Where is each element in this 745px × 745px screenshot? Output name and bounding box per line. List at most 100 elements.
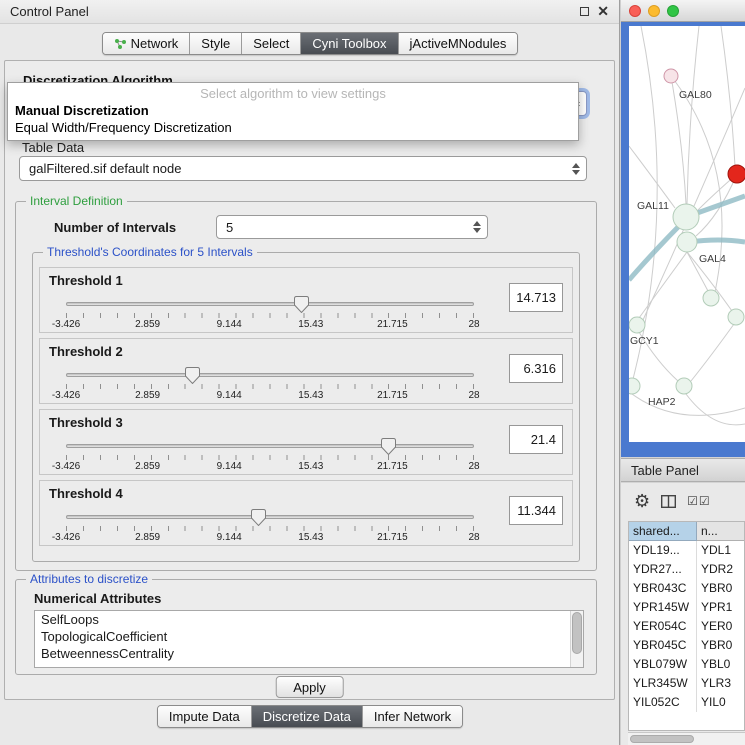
- slider-track[interactable]: [66, 373, 474, 377]
- scale-label: 15.43: [298, 532, 323, 543]
- table-cell[interactable]: YLR345W: [629, 674, 697, 693]
- control-panel-titlebar: Control Panel ✕: [0, 0, 619, 24]
- table-row[interactable]: YPR145WYPR1: [629, 598, 744, 617]
- table-row[interactable]: YBR045CYBR0: [629, 636, 744, 655]
- columns-icon[interactable]: [661, 495, 676, 508]
- horizontal-scrollbar[interactable]: [628, 732, 745, 745]
- slider-track[interactable]: [66, 515, 474, 519]
- traffic-light-close-icon[interactable]: [629, 5, 641, 17]
- slider-thumb[interactable]: [251, 509, 266, 526]
- slider-track[interactable]: [66, 302, 474, 306]
- table-cell[interactable]: YBR043C: [629, 579, 697, 598]
- threshold-slider[interactable]: -3.4262.8599.14415.4321.71528: [66, 436, 474, 474]
- table-data-combobox[interactable]: galFiltered.sif default node: [19, 156, 587, 181]
- numerical-attributes-label: Numerical Attributes: [34, 591, 161, 606]
- numerical-attributes-list[interactable]: SelfLoopsTopologicalCoefficientBetweenne…: [34, 610, 584, 668]
- table-cell[interactable]: YPR1: [697, 598, 744, 617]
- table-row[interactable]: YIL052CYIL0: [629, 693, 744, 712]
- tab-jactivemnodules[interactable]: jActiveMNodules: [398, 33, 518, 54]
- table-cell[interactable]: YLR3: [697, 674, 744, 693]
- tab-discretize-data[interactable]: Discretize Data: [251, 706, 362, 727]
- number-of-intervals-combobox[interactable]: 5: [216, 215, 488, 239]
- table-cell[interactable]: YDR2: [697, 560, 744, 579]
- table-cell[interactable]: YPR145W: [629, 598, 697, 617]
- threshold-slider[interactable]: -3.4262.8599.14415.4321.71528: [66, 294, 474, 332]
- node-table: shared... n... YDL19...YDL1YDR27...YDR2Y…: [628, 521, 745, 731]
- network-node[interactable]: [629, 378, 640, 394]
- table-row[interactable]: YBL079WYBL0: [629, 655, 744, 674]
- table-row[interactable]: YLR345WYLR3: [629, 674, 744, 693]
- slider-thumb[interactable]: [294, 296, 309, 313]
- list-scrollbar[interactable]: [570, 611, 583, 667]
- tab-infer-network[interactable]: Infer Network: [362, 706, 462, 727]
- network-node[interactable]: [728, 165, 745, 183]
- network-node-hap2[interactable]: [676, 378, 692, 394]
- attribute-item[interactable]: TopologicalCoefficient: [35, 628, 583, 645]
- table-cell[interactable]: YIL0: [697, 693, 744, 712]
- scale-label: 21.715: [377, 532, 408, 543]
- table-cell[interactable]: YBR0: [697, 636, 744, 655]
- column-header-shared-name[interactable]: shared...: [629, 522, 697, 541]
- tab-label: Select: [253, 36, 289, 51]
- dropdown-option[interactable]: Equal Width/Frequency Discretization: [8, 119, 578, 136]
- table-cell[interactable]: YER054C: [629, 617, 697, 636]
- scale-label: 2.859: [135, 532, 160, 543]
- network-node-gal11[interactable]: [673, 204, 699, 230]
- traffic-light-zoom-icon[interactable]: [667, 5, 679, 17]
- tab-label: Cyni Toolbox: [312, 36, 386, 51]
- network-node[interactable]: [703, 290, 719, 306]
- table-cell[interactable]: YER0: [697, 617, 744, 636]
- table-cell[interactable]: YIL052C: [629, 693, 697, 712]
- slider-thumb[interactable]: [185, 367, 200, 384]
- scrollbar-thumb[interactable]: [630, 735, 694, 743]
- slider-track[interactable]: [66, 444, 474, 448]
- scrollbar-thumb[interactable]: [572, 612, 582, 654]
- threshold-value-field[interactable]: 11.344: [509, 496, 563, 525]
- tab-impute-data[interactable]: Impute Data: [158, 706, 251, 727]
- network-node[interactable]: [728, 309, 744, 325]
- tab-style[interactable]: Style: [189, 33, 241, 54]
- slider-scale: -3.4262.8599.14415.4321.71528: [66, 532, 474, 544]
- table-cell[interactable]: YDL19...: [629, 541, 697, 560]
- checkbox-icons[interactable]: ☑☑: [687, 494, 711, 508]
- attribute-item[interactable]: BetweennessCentrality: [35, 645, 583, 662]
- threshold-slider[interactable]: -3.4262.8599.14415.4321.71528: [66, 507, 474, 545]
- network-node-gal4[interactable]: [677, 232, 697, 252]
- network-canvas[interactable]: GAL80GAL11GAL4GCY1HAP2: [629, 26, 745, 442]
- network-node-gcy1[interactable]: [629, 317, 645, 333]
- table-cell[interactable]: YBL079W: [629, 655, 697, 674]
- tab-select[interactable]: Select: [241, 33, 300, 54]
- table-cell[interactable]: YDR27...: [629, 560, 697, 579]
- threshold-label: Threshold 4: [49, 486, 123, 501]
- threshold-value-field[interactable]: 6.316: [509, 354, 563, 383]
- threshold-value-field[interactable]: 14.713: [509, 283, 563, 312]
- table-cell[interactable]: YDL1: [697, 541, 744, 560]
- algorithm-dropdown-list: Manual DiscretizationEqual Width/Frequen…: [8, 102, 578, 136]
- table-cell[interactable]: YBR0: [697, 579, 744, 598]
- slider-thumb[interactable]: [381, 438, 396, 455]
- column-header-name[interactable]: n...: [697, 522, 744, 541]
- table-cell[interactable]: YBL0: [697, 655, 744, 674]
- gear-icon[interactable]: ⚙: [634, 491, 650, 512]
- float-window-icon: [580, 7, 589, 16]
- network-node-gal80[interactable]: [664, 69, 678, 83]
- table-row[interactable]: YBR043CYBR0: [629, 579, 744, 598]
- tab-network[interactable]: Network: [103, 33, 190, 54]
- table-row[interactable]: YDL19...YDL1: [629, 541, 744, 560]
- table-rows: YDL19...YDL1YDR27...YDR2YBR043CYBR0YPR14…: [629, 541, 744, 712]
- interval-definition-group: Interval Definition Number of Intervals …: [15, 201, 597, 571]
- thresholds-group: Threshold's Coordinates for 5 Intervals …: [32, 252, 580, 562]
- table-row[interactable]: YER054CYER0: [629, 617, 744, 636]
- table-cell[interactable]: YBR045C: [629, 636, 697, 655]
- tab-cyni-toolbox[interactable]: Cyni Toolbox: [300, 33, 397, 54]
- attribute-item[interactable]: SelfLoops: [35, 611, 583, 628]
- traffic-light-minimize-icon[interactable]: [648, 5, 660, 17]
- network-window: GAL80GAL11GAL4GCY1HAP2: [621, 0, 745, 457]
- apply-button[interactable]: Apply: [275, 676, 344, 698]
- threshold-slider[interactable]: -3.4262.8599.14415.4321.71528: [66, 365, 474, 403]
- threshold-value-field[interactable]: 21.4: [509, 425, 563, 454]
- float-window-button[interactable]: [580, 7, 589, 16]
- close-panel-button[interactable]: ✕: [597, 3, 609, 20]
- dropdown-option[interactable]: Manual Discretization: [8, 102, 578, 119]
- table-row[interactable]: YDR27...YDR2: [629, 560, 744, 579]
